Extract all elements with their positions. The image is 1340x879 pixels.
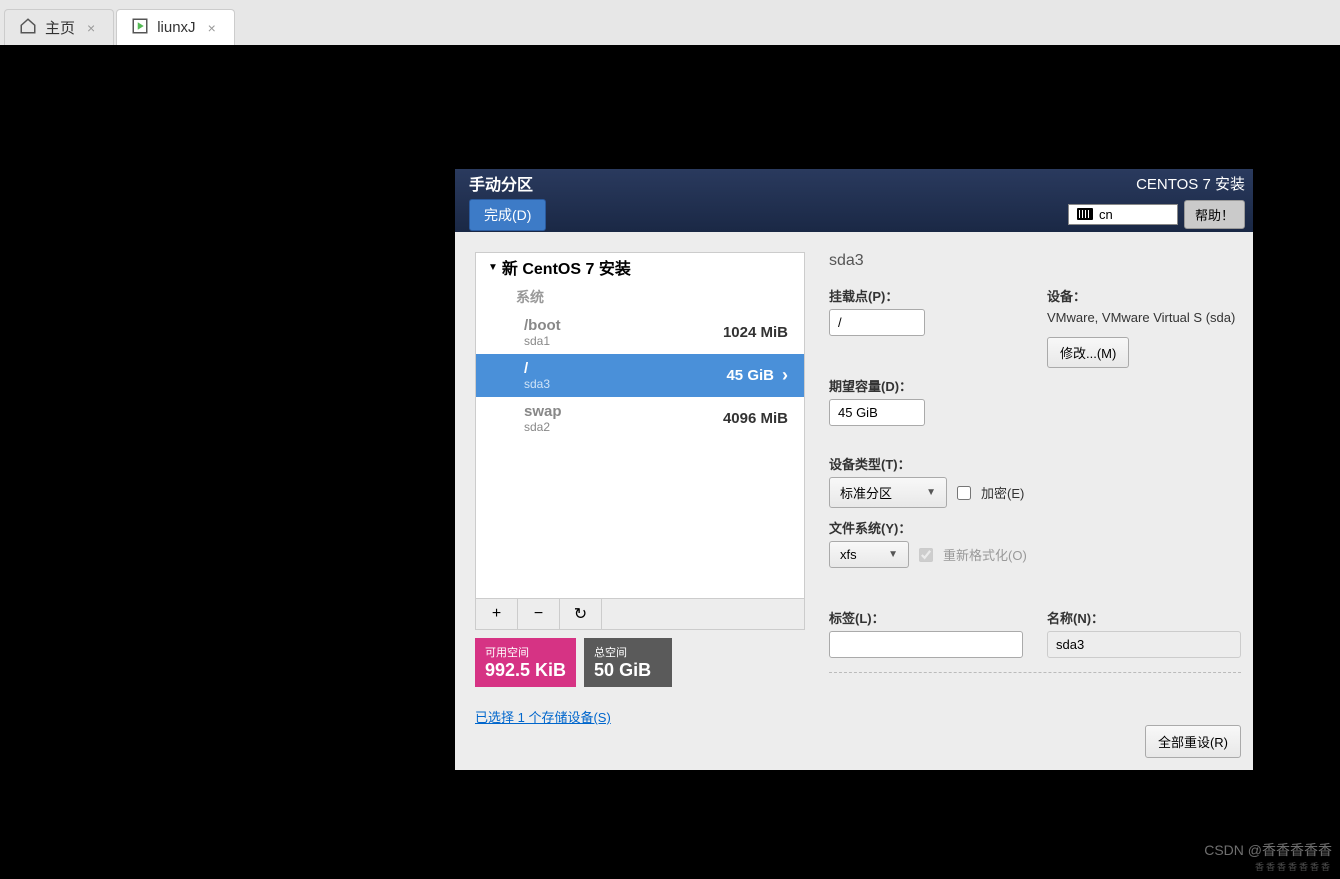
total-space-value: 50 GiB [594,660,662,681]
mount-label: 挂载点(P)： [829,286,1023,305]
device-text: VMware, VMware Virtual S (sda) [1047,309,1241,327]
avail-space-label: 可用空间 [485,644,566,660]
keyboard-icon [1077,208,1093,220]
devtype-label: 设备类型(T)： [829,454,1241,473]
install-heading[interactable]: ▼ 新 CentOS 7 安装 [476,253,804,281]
tab-home-label: 主页 [45,17,75,38]
name-input [1047,631,1241,658]
reformat-checkbox [919,548,933,562]
header-title: 手动分区 [469,171,546,195]
mount-input[interactable] [829,309,925,336]
partition-item-swap[interactable]: swap sda2 4096 MiB [476,397,804,440]
fs-label: 文件系统(Y)： [829,518,1241,537]
partition-mount: / [524,360,550,377]
partition-device: sda1 [524,334,561,348]
encrypt-label: 加密(E) [981,483,1024,502]
partition-detail-panel: sda3 挂载点(P)： 设备： VMware, VMware Virtual … [805,232,1253,770]
partition-list-box: ▼ 新 CentOS 7 安装 系统 /boot sda1 1024 MiB [475,252,805,630]
partition-size: 1024 MiB [723,324,788,341]
tab-home[interactable]: 主页 × [4,9,114,45]
device-label: 设备： [1047,286,1241,305]
fs-select[interactable]: xfs ▼ [829,541,909,568]
reset-all-button[interactable]: 全部重设(R) [1145,725,1241,758]
vm-icon [131,17,149,39]
partition-toolbar: + − ↻ [476,598,804,629]
add-partition-button[interactable]: + [476,599,518,629]
partition-mount: /boot [524,317,561,334]
partition-item-root[interactable]: / sda3 45 GiB › [476,354,804,397]
partition-size: 45 GiB [726,367,774,384]
close-icon[interactable]: × [83,20,99,36]
modify-device-button[interactable]: 修改...(M) [1047,337,1129,368]
watermark: CSDN @香香香香香 香香香香香香香 [1204,840,1332,873]
fs-value: xfs [840,547,857,562]
tab-vm[interactable]: liunxJ × [116,9,235,45]
installer-title: CENTOS 7 安装 [1136,173,1245,194]
reformat-label: 重新格式化(O) [943,545,1027,564]
storage-devices-link[interactable]: 已选择 1 个存储设备(S) [475,707,805,726]
home-icon [19,17,37,39]
total-space-box: 总空间 50 GiB [584,638,672,687]
tab-vm-label: liunxJ [157,19,195,36]
done-button[interactable]: 完成(D) [469,199,546,231]
browser-tab-bar: 主页 × liunxJ × [0,0,1340,45]
installer-window: 手动分区 完成(D) CENTOS 7 安装 cn 帮助！ ▼ 新 CentOS… [455,169,1253,770]
partition-device: sda2 [524,420,562,434]
name-label: 名称(N)： [1047,608,1241,627]
keyboard-layout-indicator[interactable]: cn [1068,204,1178,225]
partition-size: 4096 MiB [723,410,788,427]
detail-title: sda3 [829,252,1241,270]
help-button[interactable]: 帮助！ [1184,200,1245,229]
devtype-select[interactable]: 标准分区 ▼ [829,477,947,508]
space-summary: 可用空间 992.5 KiB 总空间 50 GiB [475,638,805,687]
capacity-input[interactable] [829,399,925,426]
tag-label: 标签(L)： [829,608,1023,627]
collapse-triangle-icon: ▼ [488,262,498,273]
chevron-right-icon: › [782,365,788,386]
available-space-box: 可用空间 992.5 KiB [475,638,576,687]
reload-button[interactable]: ↻ [560,599,602,629]
chevron-down-icon: ▼ [926,487,936,498]
system-label: 系统 [476,281,804,311]
devtype-value: 标准分区 [840,483,892,502]
encrypt-checkbox[interactable] [957,486,971,500]
total-space-label: 总空间 [594,644,662,660]
avail-space-value: 992.5 KiB [485,660,566,681]
partition-left-panel: ▼ 新 CentOS 7 安装 系统 /boot sda1 1024 MiB [455,232,805,770]
partition-item-boot[interactable]: /boot sda1 1024 MiB [476,311,804,354]
separator [829,672,1241,673]
chevron-down-icon: ▼ [888,549,898,560]
installer-header: 手动分区 完成(D) CENTOS 7 安装 cn 帮助！ [455,169,1253,232]
partition-device: sda3 [524,377,550,391]
partition-mount: swap [524,403,562,420]
tag-input[interactable] [829,631,1023,658]
remove-partition-button[interactable]: − [518,599,560,629]
capacity-label: 期望容量(D)： [829,376,1023,395]
keyboard-lang: cn [1099,207,1113,222]
close-icon[interactable]: × [204,20,220,36]
